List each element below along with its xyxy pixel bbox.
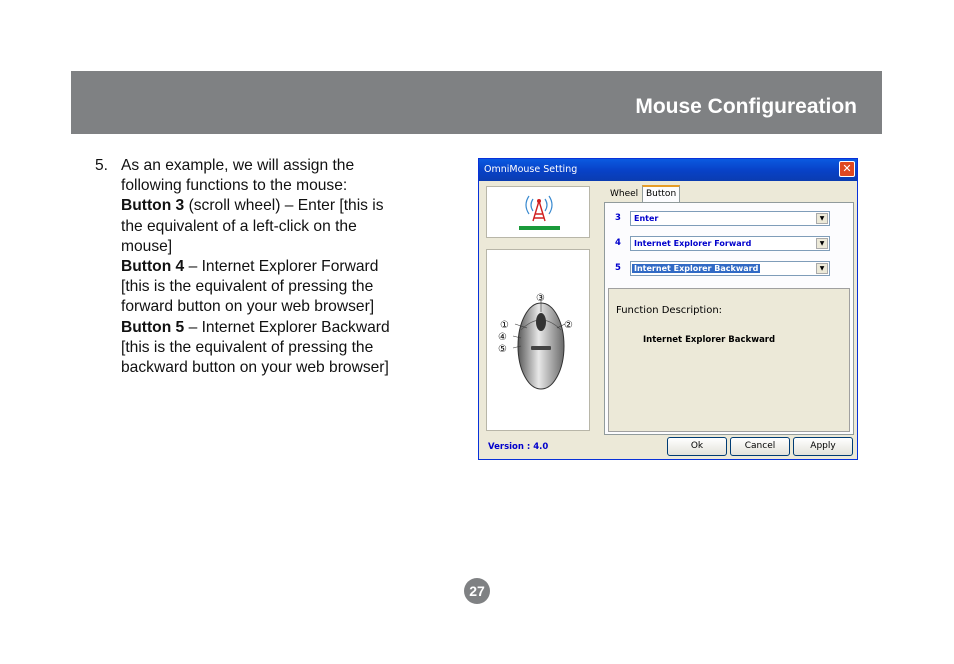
tab-button[interactable]: Button — [642, 185, 681, 202]
dialog-titlebar[interactable]: OmniMouse Setting ✕ — [479, 159, 857, 181]
item-label: Button 3 — [121, 197, 185, 215]
cancel-button[interactable]: Cancel — [730, 437, 790, 456]
page-title: Mouse Configureation — [635, 95, 857, 118]
logo-panel — [486, 186, 590, 238]
wireless-tower-icon — [519, 195, 560, 230]
instruction-text: 5. As an example, we will assign the fol… — [95, 156, 395, 378]
button-5-label: 5 — [615, 263, 621, 273]
button-3-value: Enter — [634, 214, 659, 223]
step-number: 5. — [95, 157, 109, 174]
chevron-down-icon[interactable]: ▼ — [816, 213, 828, 224]
button-3-label: 3 — [615, 213, 621, 223]
omnimouse-setting-dialog: OmniMouse Setting ✕ ③ ① ② ④ ⑤ Wheel Butt… — [478, 158, 858, 460]
function-description-value: Internet Explorer Backward — [643, 335, 776, 345]
chevron-down-icon[interactable]: ▼ — [816, 263, 828, 274]
callout-4: ④ — [498, 332, 507, 343]
apply-button[interactable]: Apply — [793, 437, 853, 456]
button-5-value: Internet Explorer Backward — [632, 264, 761, 273]
callout-2: ② — [564, 320, 573, 331]
chevron-down-icon[interactable]: ▼ — [816, 238, 828, 249]
callout-3: ③ — [536, 293, 545, 304]
dialog-title: OmniMouse Setting — [484, 164, 578, 175]
page-number: 27 — [464, 578, 490, 604]
version-label: Version : 4.0 — [488, 442, 549, 452]
button-tab-panel: 3 Enter ▼ 4 Internet Explorer Forward ▼ … — [604, 202, 854, 435]
ok-button[interactable]: Ok — [667, 437, 727, 456]
tab-wheel[interactable]: Wheel — [607, 187, 641, 202]
button-4-value: Internet Explorer Forward — [634, 239, 752, 248]
button-4-label: 4 — [615, 238, 621, 248]
button-5-dropdown[interactable]: Internet Explorer Backward ▼ — [630, 261, 830, 276]
step-intro: As an example, we will assign the follow… — [121, 157, 355, 195]
header-bar: Mouse Configureation — [71, 71, 882, 134]
function-description-box: Function Description: Internet Explorer … — [608, 288, 850, 432]
item-label: Button 4 — [121, 258, 185, 276]
button-3-dropdown[interactable]: Enter ▼ — [630, 211, 830, 226]
callout-1: ① — [500, 320, 509, 331]
callout-5: ⑤ — [498, 344, 507, 355]
function-description-title: Function Description: — [616, 305, 723, 316]
mouse-diagram-panel: ③ ① ② ④ ⑤ — [486, 249, 590, 431]
close-button[interactable]: ✕ — [839, 161, 855, 177]
mouse-diagram: ③ ① ② ④ ⑤ — [498, 293, 573, 390]
item-label: Button 5 — [121, 318, 185, 336]
button-4-dropdown[interactable]: Internet Explorer Forward ▼ — [630, 236, 830, 251]
